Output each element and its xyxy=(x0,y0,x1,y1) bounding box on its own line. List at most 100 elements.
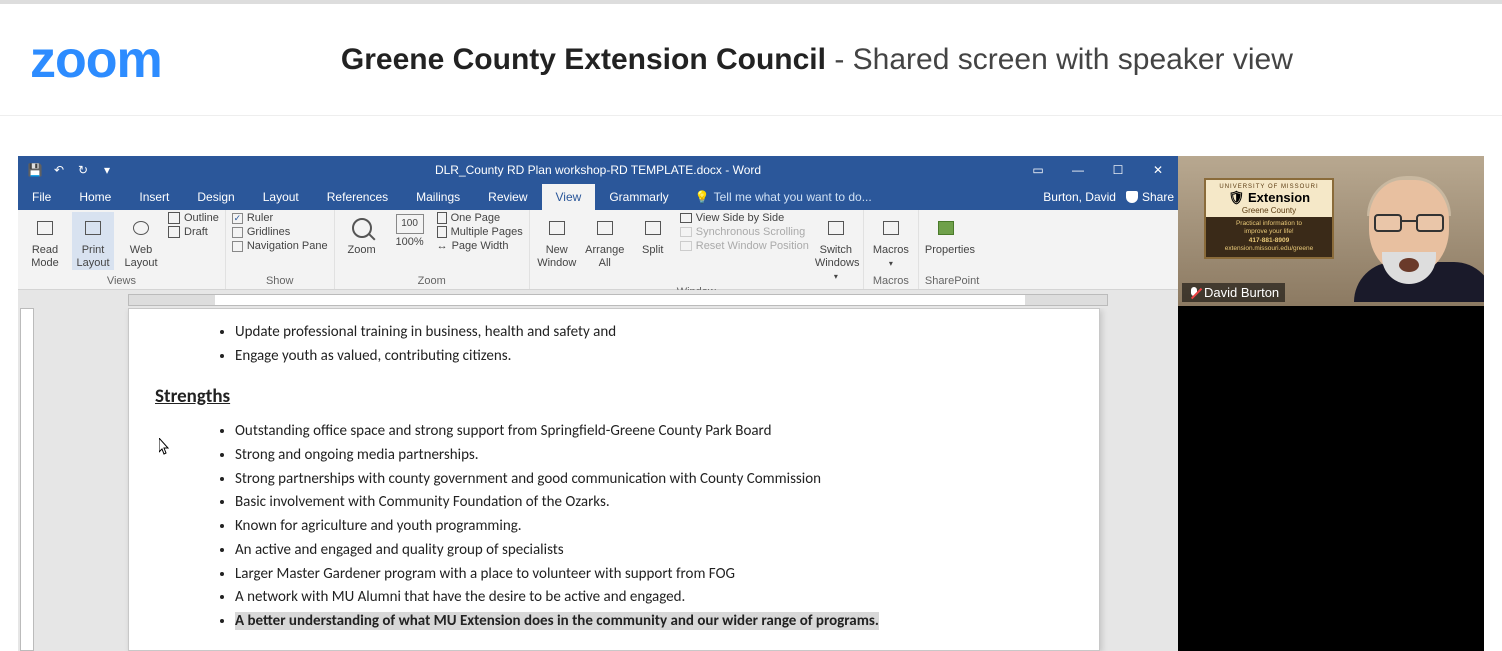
properties-icon xyxy=(938,221,954,235)
arrange-all-button[interactable]: Arrange All xyxy=(584,212,626,270)
extension-sign: UNIVERSITY OF MISSOURI 🛡 Extension Green… xyxy=(1204,178,1334,259)
share-button[interactable]: Share xyxy=(1126,190,1174,204)
web-layout-icon xyxy=(133,221,149,235)
document-title: DLR_County RD Plan workshop-RD TEMPLATE.… xyxy=(18,163,1178,177)
arrange-all-icon xyxy=(597,221,613,235)
draft-button[interactable]: Draft xyxy=(168,226,219,238)
ribbon: Read Mode Print Layout Web Layout Outlin… xyxy=(18,210,1178,290)
speaker-tile[interactable]: UNIVERSITY OF MISSOURI 🛡 Extension Green… xyxy=(1178,156,1484,651)
print-layout-button[interactable]: Print Layout xyxy=(72,212,114,270)
switch-windows-icon xyxy=(828,221,844,235)
account-name[interactable]: Burton, David xyxy=(1043,190,1116,204)
ribbon-group-show: ✓Ruler Gridlines Navigation Pane Show xyxy=(226,210,335,289)
list-item: Larger Master Gardener program with a pl… xyxy=(235,563,1039,587)
tab-review[interactable]: Review xyxy=(474,184,541,210)
minimize-button[interactable]: — xyxy=(1058,156,1098,184)
tab-layout[interactable]: Layout xyxy=(249,184,313,210)
synchronous-scrolling-button: Synchronous Scrolling xyxy=(680,226,809,238)
list-item: Strong and ongoing media partnerships. xyxy=(235,444,1039,468)
properties-button[interactable]: Properties xyxy=(925,212,967,257)
redo-icon[interactable]: ↻ xyxy=(76,163,90,177)
ribbon-tabstrip: File Home Insert Design Layout Reference… xyxy=(18,184,1178,210)
new-window-icon xyxy=(549,221,565,235)
word-titlebar: 💾 ↶ ↻ ▾ DLR_County RD Plan workshop-RD T… xyxy=(18,156,1178,184)
maximize-button[interactable]: ☐ xyxy=(1098,156,1138,184)
document-page[interactable]: Update professional training in business… xyxy=(128,308,1100,651)
one-page-button[interactable]: One Page xyxy=(437,212,523,224)
tab-references[interactable]: References xyxy=(313,184,402,210)
strengths-list: Outstanding office space and strong supp… xyxy=(209,420,1039,634)
macros-button[interactable]: Macros ▾ xyxy=(870,212,912,270)
view-side-by-side-button[interactable]: View Side by Side xyxy=(680,212,809,224)
top-bullet-list: Update professional training in business… xyxy=(209,321,1039,369)
split-icon xyxy=(645,221,661,235)
side-by-side-icon xyxy=(680,213,692,223)
ruler-area xyxy=(18,290,1178,308)
document-area[interactable]: Update professional training in business… xyxy=(18,308,1178,651)
list-item: Update professional training in business… xyxy=(235,321,1039,345)
quick-access-toolbar: 💾 ↶ ↻ ▾ xyxy=(18,163,114,177)
split-button[interactable]: Split xyxy=(632,212,674,257)
tab-view[interactable]: View xyxy=(542,184,596,210)
zoom-logo: zoom xyxy=(30,30,162,90)
switch-windows-button[interactable]: Switch Windows ▾ xyxy=(815,212,857,284)
web-layout-button[interactable]: Web Layout xyxy=(120,212,162,270)
zoom-header: zoom Greene County Extension Council - S… xyxy=(0,0,1502,116)
read-mode-button[interactable]: Read Mode xyxy=(24,212,66,270)
speaker-video: UNIVERSITY OF MISSOURI 🛡 Extension Green… xyxy=(1178,156,1484,306)
draft-icon xyxy=(168,226,180,238)
undo-icon[interactable]: ↶ xyxy=(52,163,66,177)
word-window: 💾 ↶ ↻ ▾ DLR_County RD Plan workshop-RD T… xyxy=(18,156,1178,651)
ruler-checkbox[interactable]: ✓Ruler xyxy=(232,212,328,224)
save-icon[interactable]: 💾 xyxy=(28,163,42,177)
document-content[interactable]: Update professional training in business… xyxy=(209,321,1039,634)
lightbulb-icon: 💡 xyxy=(695,190,710,204)
ribbon-group-views: Read Mode Print Layout Web Layout Outlin… xyxy=(18,210,226,289)
one-page-icon xyxy=(437,212,447,224)
ribbon-options-icon[interactable]: ▭ xyxy=(1018,156,1058,184)
hundred-icon: 100 xyxy=(396,214,424,234)
list-item: Engage youth as valued, contributing cit… xyxy=(235,345,1039,369)
vertical-ruler[interactable] xyxy=(20,308,34,651)
list-item: A better understanding of what MU Extens… xyxy=(235,610,1039,634)
page-width-icon: ↔ xyxy=(437,240,448,252)
outline-icon xyxy=(168,212,180,224)
chevron-down-icon: ▾ xyxy=(834,272,838,281)
speaker-name-tag: David Burton xyxy=(1182,283,1285,302)
ribbon-group-macros: Macros ▾ Macros xyxy=(864,210,919,289)
tab-file[interactable]: File xyxy=(18,184,65,210)
chevron-down-icon: ▾ xyxy=(889,259,893,268)
tab-grammarly[interactable]: Grammarly xyxy=(595,184,682,210)
shared-screen-area: 💾 ↶ ↻ ▾ DLR_County RD Plan workshop-RD T… xyxy=(18,156,1484,651)
customize-icon[interactable]: ▾ xyxy=(100,163,114,177)
multiple-pages-button[interactable]: Multiple Pages xyxy=(437,226,523,238)
tab-mailings[interactable]: Mailings xyxy=(402,184,474,210)
list-item: An active and engaged and quality group … xyxy=(235,539,1039,563)
tab-home[interactable]: Home xyxy=(65,184,125,210)
sync-scroll-icon xyxy=(680,227,692,237)
recording-title: Greene County Extension Council - Shared… xyxy=(162,43,1472,77)
person-icon xyxy=(1126,191,1138,203)
outline-button[interactable]: Outline xyxy=(168,212,219,224)
list-item: A network with MU Alumni that have the d… xyxy=(235,586,1039,610)
zoom-button[interactable]: Zoom xyxy=(341,212,383,257)
ribbon-group-zoom: Zoom 100100% One Page Multiple Pages ↔Pa… xyxy=(335,210,530,289)
tab-design[interactable]: Design xyxy=(183,184,248,210)
new-window-button[interactable]: New Window xyxy=(536,212,578,270)
zoom-icon xyxy=(352,218,372,238)
zoom-100-button[interactable]: 100100% xyxy=(389,212,431,249)
section-heading: Strengths xyxy=(155,383,1039,411)
close-button[interactable]: ✕ xyxy=(1138,156,1178,184)
navigation-pane-checkbox[interactable]: Navigation Pane xyxy=(232,240,328,252)
reset-position-icon xyxy=(680,241,692,251)
tab-insert[interactable]: Insert xyxy=(125,184,183,210)
ribbon-group-window: New Window Arrange All Split View Side b… xyxy=(530,210,864,289)
horizontal-ruler[interactable] xyxy=(128,294,1108,306)
gridlines-checkbox[interactable]: Gridlines xyxy=(232,226,328,238)
muted-mic-icon xyxy=(1188,287,1200,299)
page-width-button[interactable]: ↔Page Width xyxy=(437,240,523,252)
multiple-pages-icon xyxy=(437,226,447,238)
list-item: Strong partnerships with county governme… xyxy=(235,468,1039,492)
list-item: Basic involvement with Community Foundat… xyxy=(235,491,1039,515)
list-item: Known for agriculture and youth programm… xyxy=(235,515,1039,539)
